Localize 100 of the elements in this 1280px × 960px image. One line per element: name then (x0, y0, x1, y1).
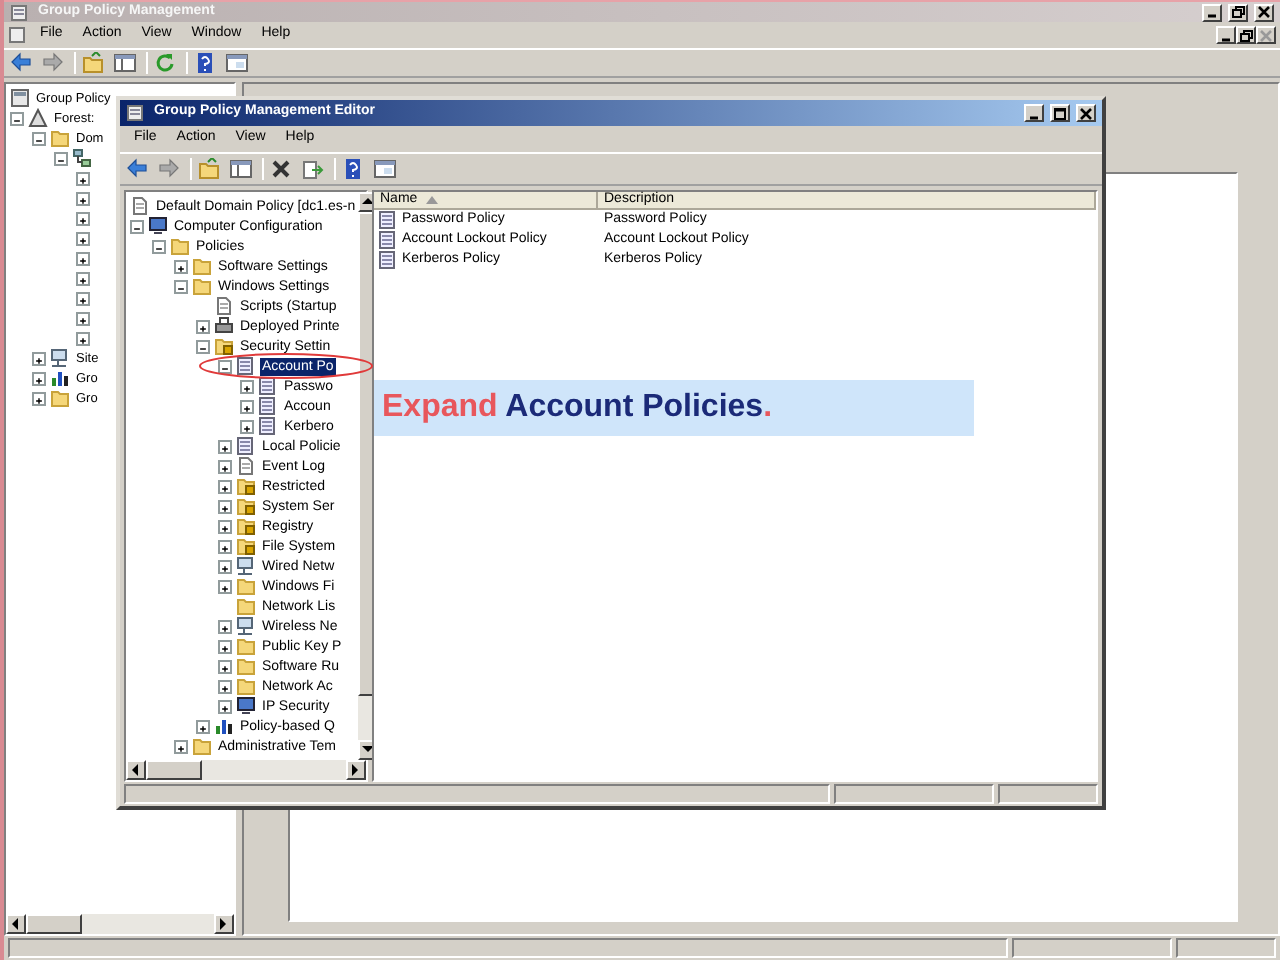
tree-toggle[interactable] (218, 439, 232, 453)
back-arrow-icon[interactable] (126, 158, 148, 180)
plus-icon (220, 441, 230, 455)
tree-toggle[interactable] (76, 311, 90, 325)
app-icon (8, 26, 26, 44)
tree-toggle[interactable] (32, 371, 46, 385)
plus-icon (34, 353, 44, 367)
plus-icon (176, 741, 186, 755)
close-icon (1078, 105, 1094, 121)
horizontal-scrollbar[interactable] (6, 914, 234, 934)
plus-icon (220, 541, 230, 555)
close-button[interactable] (1254, 3, 1274, 21)
left-arrow-icon (8, 916, 24, 932)
app-icon (10, 3, 28, 21)
triangle-icon (28, 108, 48, 128)
scroll-right-button[interactable] (346, 760, 366, 780)
forward-arrow-icon[interactable] (158, 158, 180, 180)
back-arrow-icon[interactable] (10, 52, 32, 74)
tree-toggle[interactable] (218, 539, 232, 553)
tree-toggle[interactable] (174, 739, 188, 753)
delete-icon[interactable] (270, 158, 292, 180)
properties-icon[interactable] (226, 52, 248, 74)
plus-icon (220, 561, 230, 575)
plus-icon (220, 621, 230, 635)
maximize-button[interactable] (1050, 104, 1070, 122)
scroll-left-button[interactable] (6, 914, 26, 934)
export-icon[interactable] (302, 158, 324, 180)
properties-icon[interactable] (374, 158, 396, 180)
tree-toggle[interactable] (10, 111, 24, 125)
plus-icon (34, 373, 44, 387)
printer-icon (214, 316, 234, 336)
plus-icon (198, 721, 208, 735)
tree-toggle[interactable] (152, 239, 166, 253)
forward-arrow-icon[interactable] (42, 52, 64, 74)
tree-toggle[interactable] (32, 351, 46, 365)
close-button[interactable] (1256, 26, 1276, 44)
plus-icon (78, 293, 88, 307)
restore-button[interactable] (1236, 26, 1256, 44)
policy-icon (258, 416, 278, 436)
horizontal-scrollbar[interactable] (126, 760, 366, 780)
tree-toggle[interactable] (76, 291, 90, 305)
tree-toggle[interactable] (218, 679, 232, 693)
policy-icon (378, 250, 398, 270)
console-tree-icon[interactable] (230, 158, 252, 180)
tree-toggle[interactable] (54, 151, 68, 165)
tree-toggle[interactable] (218, 359, 232, 373)
tree-toggle[interactable] (218, 479, 232, 493)
tree-toggle[interactable] (32, 391, 46, 405)
tree-toggle[interactable] (240, 419, 254, 433)
tree-toggle[interactable] (218, 639, 232, 653)
tree-toggle[interactable] (32, 131, 46, 145)
console-tree-icon[interactable] (114, 52, 136, 74)
tree-toggle[interactable] (218, 499, 232, 513)
minimize-button[interactable] (1202, 3, 1222, 21)
restore-button[interactable] (1228, 3, 1248, 21)
scroll-right-button[interactable] (214, 914, 234, 934)
tree-toggle[interactable] (218, 619, 232, 633)
help-icon[interactable] (342, 158, 364, 180)
tree-toggle[interactable] (218, 579, 232, 593)
plus-icon (176, 261, 186, 275)
tree-toggle[interactable] (174, 259, 188, 273)
tree-toggle[interactable] (174, 279, 188, 293)
tree-toggle[interactable] (196, 719, 210, 733)
tree-toggle[interactable] (196, 319, 210, 333)
plus-icon (78, 253, 88, 267)
tree-toggle[interactable] (76, 331, 90, 345)
plus-icon (78, 233, 88, 247)
plus-icon (220, 701, 230, 715)
tree-toggle[interactable] (76, 271, 90, 285)
plus-icon (220, 521, 230, 535)
tree-toggle[interactable] (240, 399, 254, 413)
tree-toggle[interactable] (76, 251, 90, 265)
up-folder-icon[interactable] (198, 158, 220, 180)
tree-toggle[interactable] (240, 379, 254, 393)
scroll-left-button[interactable] (126, 760, 146, 780)
plus-icon (220, 481, 230, 495)
tree-toggle[interactable] (76, 211, 90, 225)
minimize-button[interactable] (1024, 104, 1044, 122)
up-folder-icon[interactable] (82, 52, 104, 74)
help-icon[interactable] (194, 52, 216, 74)
policy-icon (236, 436, 256, 456)
restore-icon (1238, 27, 1254, 43)
locked-folder-icon (236, 496, 256, 516)
tree-toggle[interactable] (218, 699, 232, 713)
plus-icon (242, 401, 252, 415)
tree-toggle[interactable] (218, 519, 232, 533)
network-icon (72, 148, 92, 168)
tree-toggle[interactable] (76, 231, 90, 245)
tree-toggle[interactable] (218, 559, 232, 573)
scrollbar-thumb[interactable] (26, 914, 82, 934)
close-button[interactable] (1076, 104, 1096, 122)
tree-toggle[interactable] (196, 339, 210, 353)
app-icon (126, 104, 144, 122)
scrollbar-thumb[interactable] (146, 760, 202, 780)
tree-toggle[interactable] (218, 459, 232, 473)
tree-toggle[interactable] (76, 191, 90, 205)
minimize-button[interactable] (1216, 26, 1236, 44)
tree-toggle[interactable] (76, 171, 90, 185)
tree-toggle[interactable] (218, 659, 232, 673)
tree-toggle[interactable] (130, 219, 144, 233)
